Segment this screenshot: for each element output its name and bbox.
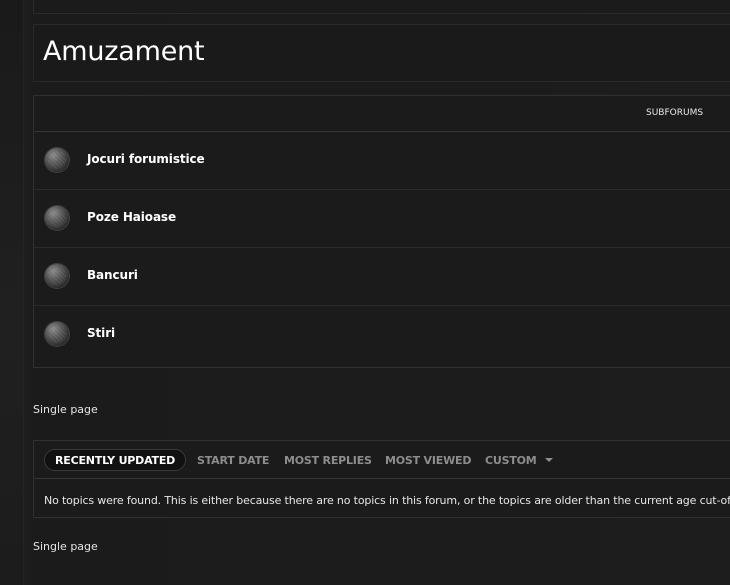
top-panel-edge [33, 0, 730, 14]
forum-read-status-icon [45, 148, 69, 172]
forum-link-jocuri-forumistice[interactable]: Jocuri forumistice [87, 152, 205, 166]
subforum-table: SUBFORUMS Jocuri forumistice Poze Haioas… [33, 95, 730, 368]
tab-custom-label: CUSTOM [485, 454, 537, 467]
chevron-down-icon [544, 458, 553, 462]
subforums-column-header: SUBFORUMS [646, 108, 704, 118]
forum-category-page: Amuzament SUBFORUMS Jocuri forumistice P… [0, 0, 730, 585]
forum-row-bancuri[interactable]: Bancuri [34, 248, 730, 306]
tab-recently-updated[interactable]: RECENTLY UPDATED [44, 449, 187, 471]
tab-start-date[interactable]: START DATE [197, 454, 269, 467]
forum-link-bancuri[interactable]: Bancuri [87, 268, 138, 282]
tab-most-viewed[interactable]: MOST VIEWED [385, 454, 471, 467]
no-topics-message: No topics were found. This is either bec… [44, 494, 730, 507]
forum-read-status-icon [45, 322, 69, 346]
subforum-table-header: SUBFORUMS [34, 96, 730, 132]
forum-row-poze-haioase[interactable]: Poze Haioase [34, 190, 730, 248]
forum-link-poze-haioase[interactable]: Poze Haioase [87, 210, 176, 224]
topic-sort-tabs: RECENTLY UPDATED START DATE MOST REPLIES… [34, 441, 730, 479]
tab-most-replies[interactable]: MOST REPLIES [284, 454, 372, 467]
page-title: Amuzament [43, 36, 205, 67]
forum-read-status-icon [45, 264, 69, 288]
forum-row-jocuri-forumistice[interactable]: Jocuri forumistice [34, 132, 730, 190]
bottom-pagination-label: Single page [33, 540, 98, 553]
forum-link-stiri[interactable]: Stiri [87, 326, 115, 340]
topics-panel: RECENTLY UPDATED START DATE MOST REPLIES… [33, 440, 730, 518]
top-pagination-label: Single page [33, 403, 98, 416]
forum-row-stiri[interactable]: Stiri [34, 306, 730, 364]
category-title-panel: Amuzament [33, 24, 730, 82]
forum-read-status-icon [45, 206, 69, 230]
left-rail [0, 0, 24, 585]
tab-custom[interactable]: CUSTOM [485, 454, 553, 467]
